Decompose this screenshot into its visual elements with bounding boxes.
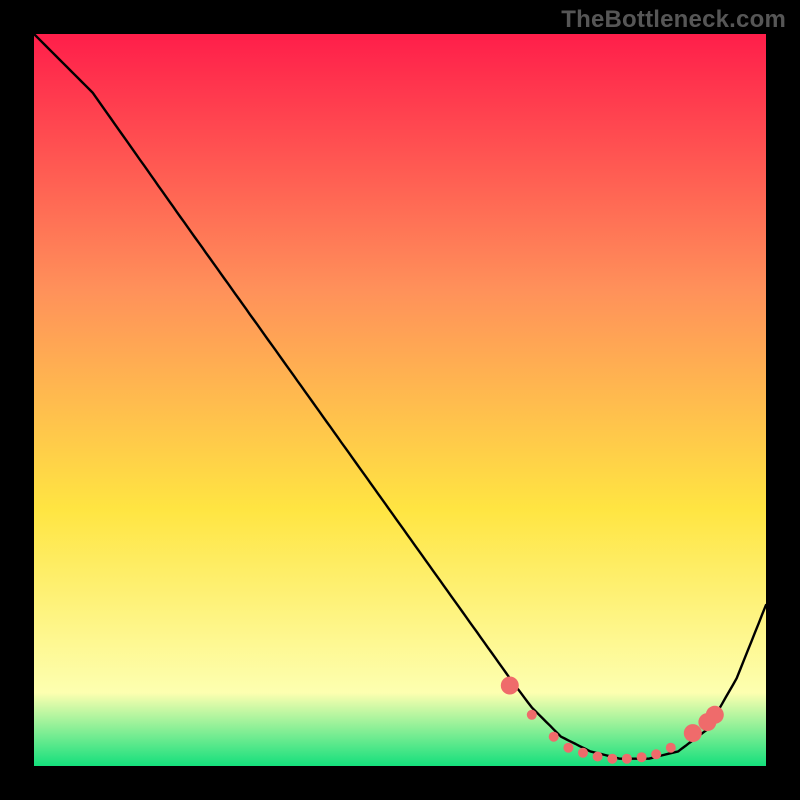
marker-dot [684, 724, 702, 742]
marker-dot [607, 754, 617, 764]
plot-area [34, 34, 766, 766]
marker-dot [666, 743, 676, 753]
chart-svg [34, 34, 766, 766]
marker-dot [706, 706, 724, 724]
gradient-background [34, 34, 766, 766]
marker-dot [578, 748, 588, 758]
marker-dot [651, 749, 661, 759]
marker-dot [593, 752, 603, 762]
marker-dot [637, 752, 647, 762]
marker-dot [501, 677, 519, 695]
chart-frame: TheBottleneck.com [0, 0, 800, 800]
watermark-label: TheBottleneck.com [561, 6, 786, 34]
marker-dot [527, 710, 537, 720]
marker-dot [549, 732, 559, 742]
marker-dot [622, 754, 632, 764]
marker-dot [563, 743, 573, 753]
